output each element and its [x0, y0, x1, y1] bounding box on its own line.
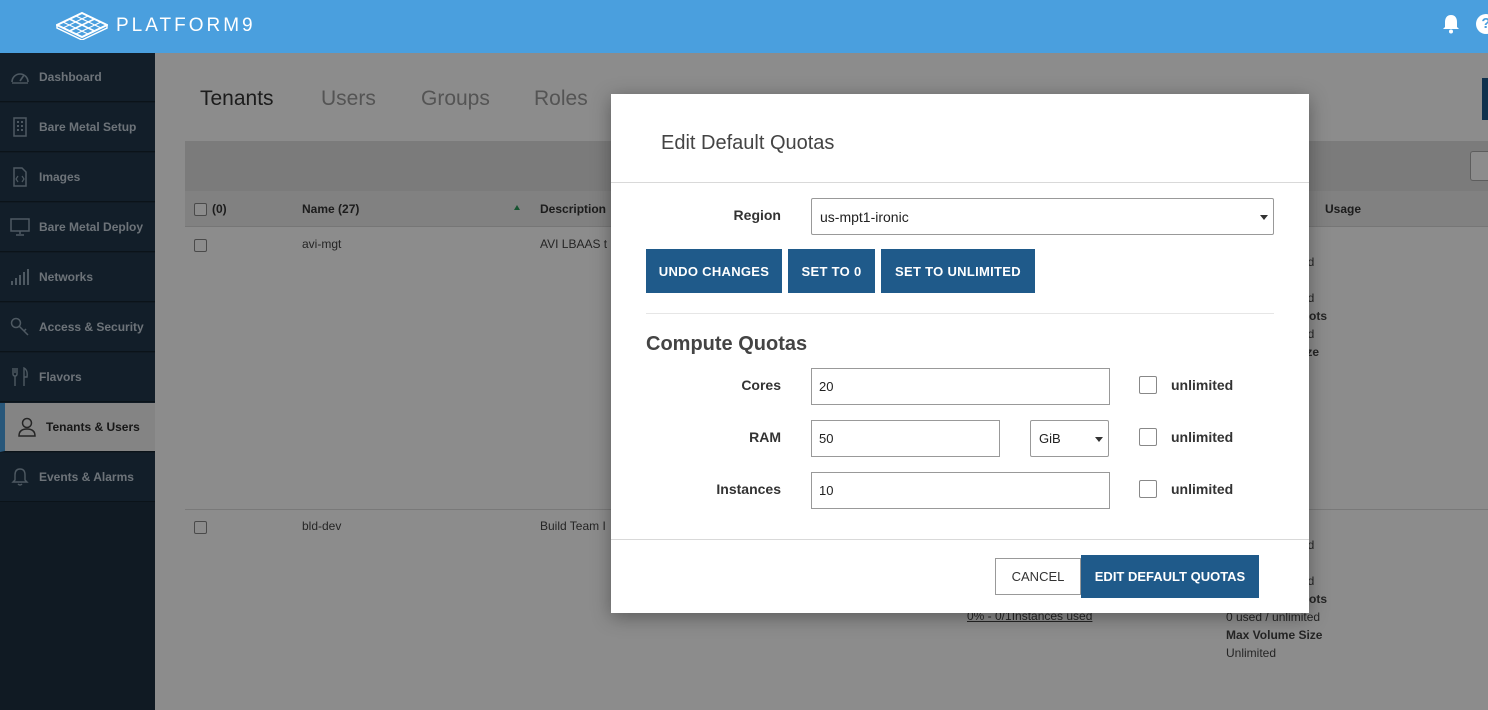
set-to-unlimited-button[interactable]: SET TO UNLIMITED: [881, 249, 1035, 293]
region-value: us-mpt1-ironic: [820, 208, 909, 225]
brand-name: PLATFORM9: [116, 15, 256, 36]
top-bar: PLATFORM9 ?: [0, 0, 1488, 53]
instances-label: Instances: [716, 481, 781, 497]
brand-logo[interactable]: PLATFORM9: [56, 12, 256, 40]
chevron-down-icon: [1095, 436, 1103, 442]
cores-label: Cores: [741, 377, 781, 393]
cancel-button[interactable]: CANCEL: [995, 558, 1081, 595]
instances-unlimited-checkbox[interactable]: [1139, 480, 1157, 498]
set-to-zero-button[interactable]: SET TO 0: [788, 249, 875, 293]
undo-changes-button[interactable]: UNDO CHANGES: [646, 249, 782, 293]
unlimited-label: unlimited: [1171, 377, 1234, 393]
ram-input[interactable]: 50: [811, 420, 1000, 457]
platform9-logo-icon: [56, 12, 108, 40]
edit-default-quotas-button[interactable]: EDIT DEFAULT QUOTAS: [1081, 555, 1259, 598]
cores-unlimited-checkbox[interactable]: [1139, 376, 1157, 394]
compute-quotas-title: Compute Quotas: [646, 333, 808, 355]
ram-unit-select[interactable]: GiB: [1030, 420, 1109, 457]
ram-unlimited-checkbox[interactable]: [1139, 428, 1157, 446]
edit-default-quotas-dialog: Edit Default Quotas Region us-mpt1-ironi…: [611, 94, 1309, 613]
chevron-down-icon: [1260, 214, 1268, 220]
help-icon[interactable]: ?: [1476, 14, 1488, 34]
section-divider: [646, 313, 1274, 314]
ram-unit-value: GiB: [1039, 431, 1061, 446]
notifications-bell-icon[interactable]: [1442, 14, 1460, 39]
cores-input[interactable]: 20: [811, 368, 1110, 405]
region-select[interactable]: us-mpt1-ironic: [811, 198, 1274, 235]
footer-divider: [611, 539, 1309, 540]
divider: [611, 182, 1309, 183]
unlimited-label: unlimited: [1171, 429, 1234, 445]
unlimited-label: unlimited: [1171, 481, 1234, 497]
dialog-title: Edit Default Quotas: [661, 132, 835, 154]
ram-label: RAM: [749, 429, 781, 445]
region-label: Region: [733, 207, 781, 223]
instances-input[interactable]: 10: [811, 472, 1110, 509]
